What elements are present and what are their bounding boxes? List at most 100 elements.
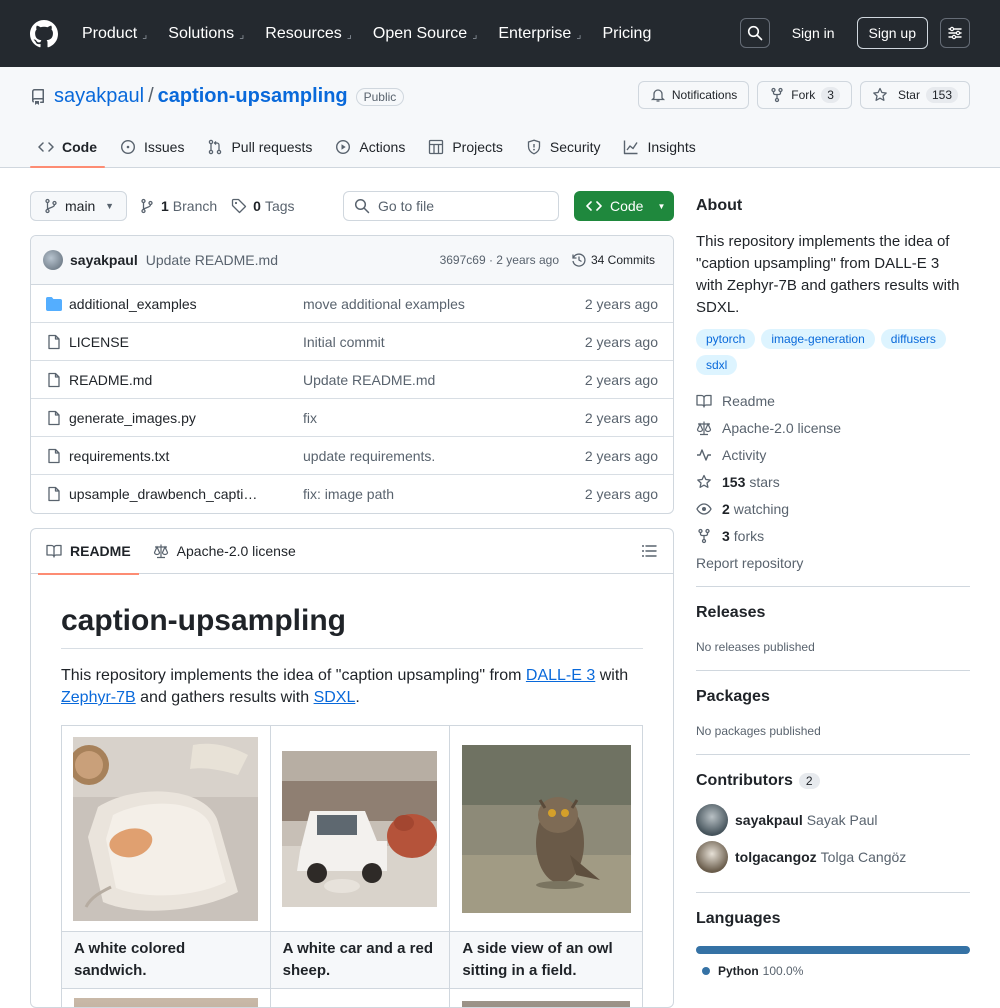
file-name-link[interactable]: requirements.txt xyxy=(69,448,259,464)
topic-tag[interactable]: sdxl xyxy=(696,355,737,375)
file-name-link[interactable]: additional_examples xyxy=(69,296,259,312)
activity-link[interactable]: Activity xyxy=(696,441,970,468)
star-icon xyxy=(696,474,712,490)
repo-title: sayakpaul / caption-upsampling Public xyxy=(30,85,404,108)
folder-icon xyxy=(46,296,62,312)
contributor-row[interactable]: tolgacangoz Tolga Cangöz xyxy=(696,841,970,873)
tag-icon xyxy=(231,198,247,214)
image-cell xyxy=(270,726,450,932)
topic-tag[interactable]: pytorch xyxy=(696,329,755,349)
watchers-link[interactable]: 2watching xyxy=(696,495,970,522)
dalle3-link[interactable]: DALL-E 3 xyxy=(526,667,595,684)
chevron-down-icon: ⌟ xyxy=(347,28,352,41)
contributors-heading[interactable]: Contributors xyxy=(696,772,793,790)
topic-tag[interactable]: diffusers xyxy=(881,329,946,349)
file-commit-message[interactable]: fix xyxy=(303,410,317,426)
forks-link[interactable]: 3forks xyxy=(696,522,970,549)
fork-button[interactable]: Fork 3 xyxy=(757,81,852,109)
code-button-label: Code xyxy=(610,198,643,214)
pull-request-icon xyxy=(207,139,223,155)
branches-link[interactable]: 1Branch xyxy=(139,198,217,214)
packages-heading[interactable]: Packages xyxy=(696,688,970,706)
commit-message[interactable]: Update README.md xyxy=(146,252,278,268)
forks-label: forks xyxy=(734,528,764,544)
intro-text: and gathers results with xyxy=(136,689,314,706)
contributor-row[interactable]: sayakpaul Sayak Paul xyxy=(696,804,970,836)
file-date: 2 years ago xyxy=(585,372,658,388)
file-name-link[interactable]: generate_images.py xyxy=(69,410,259,426)
commit-hash[interactable]: 3697c69 · 2 years ago xyxy=(440,253,559,267)
nav-solutions[interactable]: Solutions⌟ xyxy=(168,25,244,43)
nav-resources[interactable]: Resources⌟ xyxy=(265,25,352,43)
star-button[interactable]: Star 153 xyxy=(860,81,970,109)
github-logo-icon[interactable] xyxy=(30,20,58,48)
avatar[interactable] xyxy=(43,250,63,270)
file-name-link[interactable]: upsample_drawbench_captions.… xyxy=(69,486,259,502)
fork-label: Fork xyxy=(791,88,815,102)
file-row[interactable]: README.md Update README.md 2 years ago xyxy=(31,361,673,399)
nav-open-source[interactable]: Open Source⌟ xyxy=(373,25,477,43)
nav-enterprise[interactable]: Enterprise⌟ xyxy=(498,25,581,43)
tab-pull-requests[interactable]: Pull requests xyxy=(199,127,320,167)
language-item[interactable]: Python 100.0% xyxy=(696,964,970,978)
go-to-file-placeholder: Go to file xyxy=(378,198,434,214)
sign-in-link[interactable]: Sign in xyxy=(792,25,835,41)
report-label: Report repository xyxy=(696,555,803,571)
go-to-file-input[interactable]: Go to file xyxy=(343,191,559,221)
tags-link[interactable]: 0Tags xyxy=(231,198,294,214)
topic-tag[interactable]: image-generation xyxy=(761,329,874,349)
repo-owner-link[interactable]: sayakpaul xyxy=(54,85,144,108)
tab-issues[interactable]: Issues xyxy=(112,127,192,167)
car-sheep-image xyxy=(282,751,437,907)
file-type-icon xyxy=(46,410,62,426)
file-row[interactable]: additional_examples move additional examp… xyxy=(31,285,673,323)
main-column: main ▼ 1Branch 0Tags Go to file Code ▼ s… xyxy=(30,191,674,221)
stars-link[interactable]: 153stars xyxy=(696,468,970,495)
sign-up-button[interactable]: Sign up xyxy=(857,17,928,49)
notifications-button[interactable]: Notifications xyxy=(638,81,749,109)
file-name-link[interactable]: LICENSE xyxy=(69,334,259,350)
tab-projects[interactable]: Projects xyxy=(420,127,511,167)
branch-selector[interactable]: main ▼ xyxy=(30,191,127,221)
outline-button[interactable] xyxy=(641,543,657,559)
readme-tab[interactable]: README xyxy=(38,529,139,574)
file-name-link[interactable]: README.md xyxy=(69,372,259,388)
search-button[interactable] xyxy=(740,18,770,48)
releases-heading[interactable]: Releases xyxy=(696,604,970,622)
menu-button[interactable] xyxy=(940,18,970,48)
commits-link[interactable]: 34 Commits xyxy=(571,252,655,268)
readme-link[interactable]: Readme xyxy=(696,387,970,414)
nav-pricing[interactable]: Pricing xyxy=(602,25,651,43)
file-row[interactable]: requirements.txtupdate requirements.2 ye… xyxy=(31,437,673,475)
file-commit-message[interactable]: fix: image path xyxy=(303,486,394,502)
file-date: 2 years ago xyxy=(585,410,658,426)
code-button[interactable]: Code ▼ xyxy=(574,191,674,221)
license-tab[interactable]: Apache-2.0 license xyxy=(145,529,304,574)
file-type-icon xyxy=(46,448,62,464)
file-row[interactable]: generate_images.py fix 2 years ago xyxy=(31,399,673,437)
zephyr-link[interactable]: Zephyr-7B xyxy=(61,689,136,706)
sdxl-link[interactable]: SDXL xyxy=(314,689,356,706)
file-row[interactable]: upsample_drawbench_captions.… fix: image … xyxy=(31,475,673,513)
tab-code[interactable]: Code xyxy=(30,127,105,167)
file-commit-message[interactable]: Initial commit xyxy=(303,334,385,350)
file-commit-message[interactable]: move additional examples xyxy=(303,296,465,312)
visibility-badge: Public xyxy=(356,88,405,106)
tab-insights[interactable]: Insights xyxy=(615,127,703,167)
nav-product[interactable]: Product⌟ xyxy=(82,25,147,43)
image-cell xyxy=(270,989,450,1008)
file-commit-message[interactable]: Update README.md xyxy=(303,372,435,388)
tab-security[interactable]: Security xyxy=(518,127,609,167)
path-separator: / xyxy=(148,85,154,108)
file-row[interactable]: LICENSEInitial commit2 years ago xyxy=(31,323,673,361)
tab-actions[interactable]: Actions xyxy=(327,127,413,167)
tab-label: Security xyxy=(550,139,601,155)
commit-author[interactable]: sayakpaul xyxy=(70,252,138,268)
license-link[interactable]: Apache-2.0 license xyxy=(696,414,970,441)
repo-tabs: Code Issues Pull requests Actions Projec… xyxy=(30,127,711,168)
language-name: Python xyxy=(718,964,759,978)
repo-name-link[interactable]: caption-upsampling xyxy=(158,85,348,108)
global-header: Product⌟ Solutions⌟ Resources⌟ Open Sour… xyxy=(0,0,1000,67)
file-commit-message[interactable]: update requirements. xyxy=(303,448,435,464)
report-repository-link[interactable]: Report repository xyxy=(696,549,970,576)
